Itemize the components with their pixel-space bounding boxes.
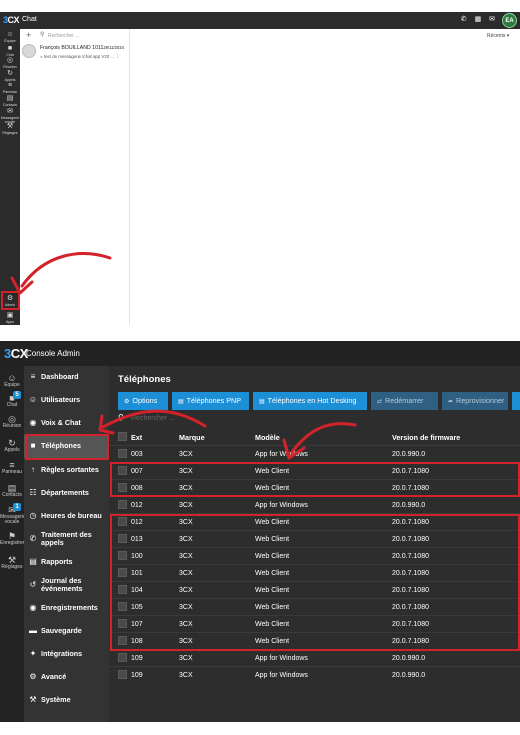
annotation-arrows	[10, 252, 357, 460]
arrow-to-admin	[20, 252, 112, 288]
arrow-to-rows	[290, 422, 357, 454]
page: 3CX Chat ✆ ▦ ✉ EA ☺ Équipe ■ Chat ◎ Réunion ↻ A…	[0, 0, 520, 735]
arrow-to-phones	[101, 409, 207, 429]
